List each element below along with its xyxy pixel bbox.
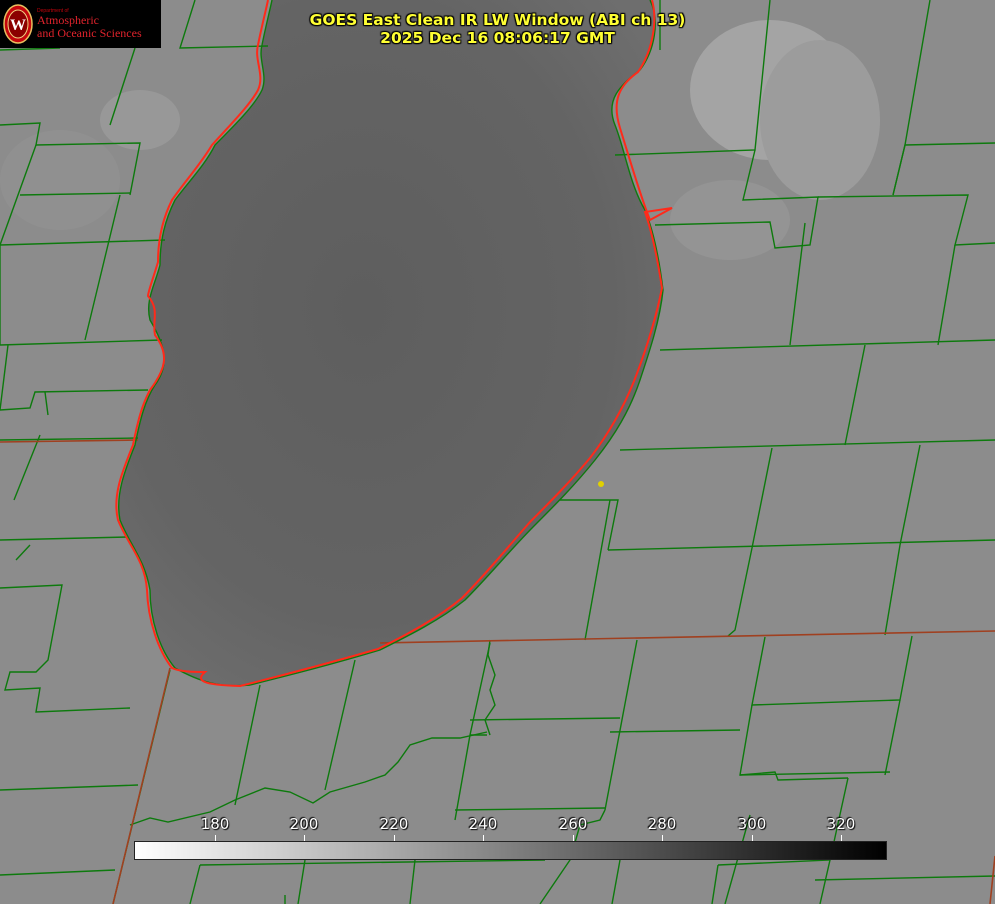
colorbar-tick-label: 240 [468, 815, 498, 833]
colorbar-tick-label: 180 [200, 815, 230, 833]
colorbar-tick-label: 220 [379, 815, 409, 833]
colorbar-tick-label: 260 [558, 815, 588, 833]
colorbar-tick-label: 280 [647, 815, 677, 833]
colorbar-tick-label: 320 [826, 815, 856, 833]
image-title: GOES East Clean IR LW Window (ABI ch 13)… [240, 11, 755, 47]
title-line-2: 2025 Dec 16 08:06:17 GMT [380, 29, 615, 47]
location-marker [598, 481, 604, 487]
logo-line-2: and Oceanic Sciences [37, 25, 142, 40]
seal-letter: W [10, 17, 26, 34]
colorbar-tick-label: 300 [737, 815, 767, 833]
uw-seal-icon: W [3, 4, 33, 44]
satellite-map [0, 0, 995, 904]
temperature-colorbar [134, 841, 887, 860]
logo-line-1: Atmospheric [37, 13, 99, 28]
aos-logo: W Department of Atmospheric and Oceanic … [0, 0, 161, 48]
title-line-1: GOES East Clean IR LW Window (ABI ch 13) [309, 11, 686, 29]
colorbar-tick-label: 200 [289, 815, 319, 833]
